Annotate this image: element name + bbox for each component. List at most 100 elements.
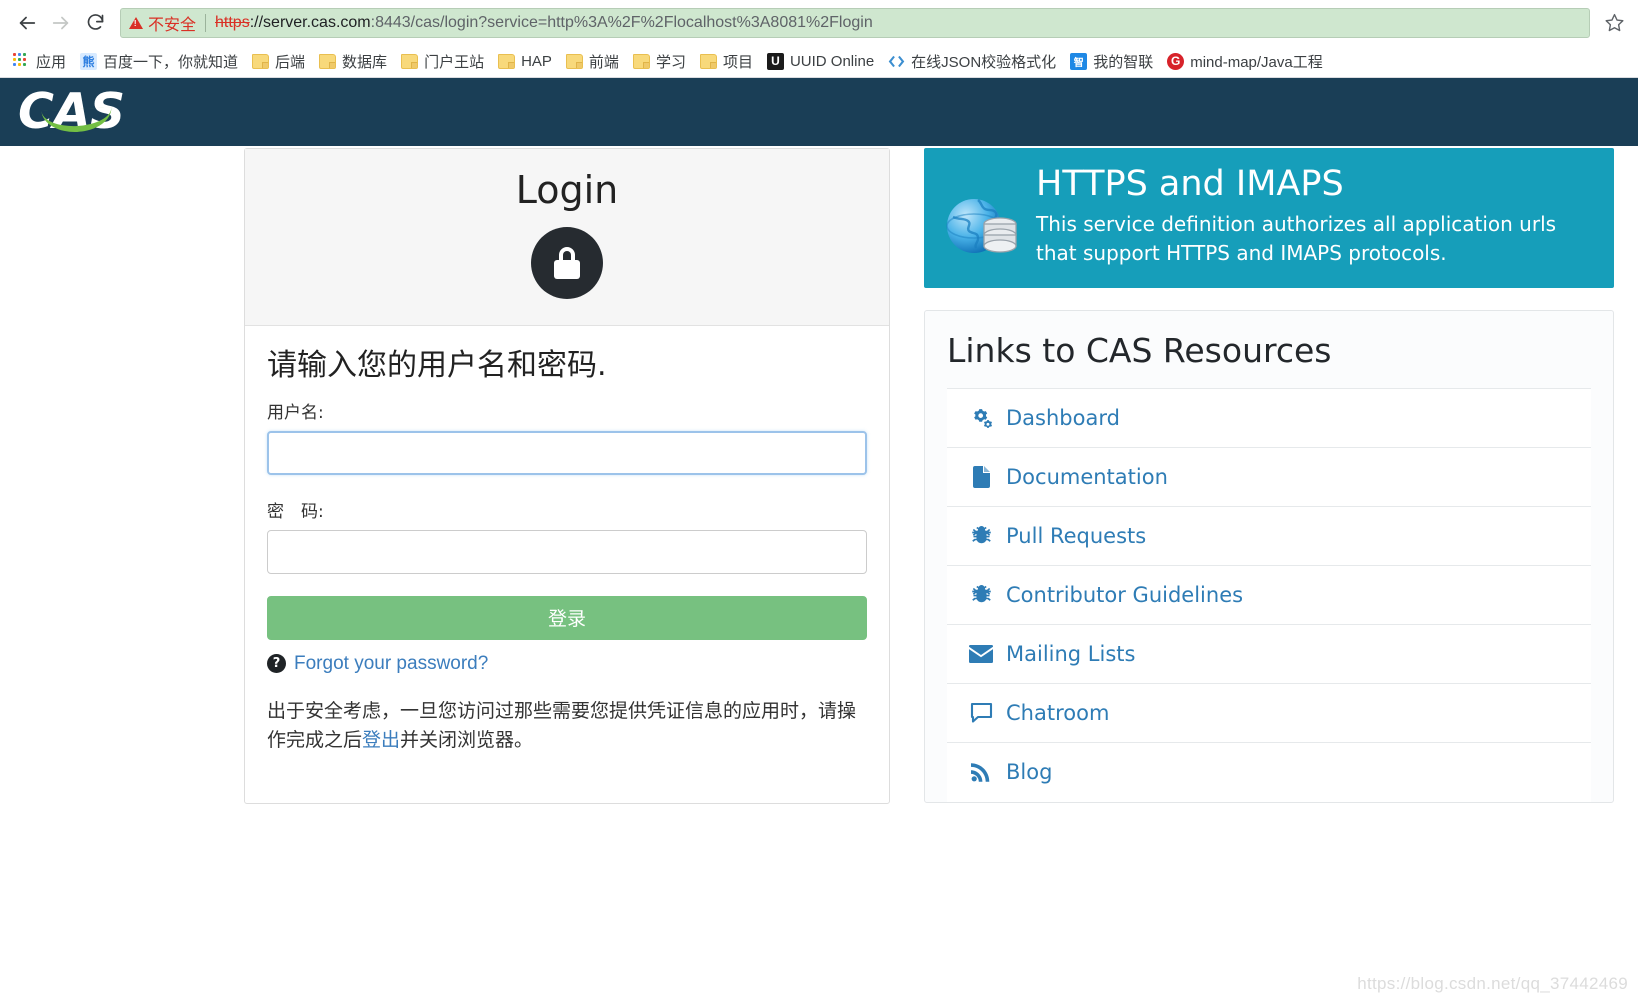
page-title: Login bbox=[515, 168, 619, 212]
notice-text-part1: 出于安全考虑，一旦您访问过那些需要您提供凭证信息的应用时，请操作完成之后 bbox=[267, 699, 857, 752]
resources-list: Dashboard Documentation Pull Requests Co… bbox=[947, 387, 1591, 802]
resource-label: Chatroom bbox=[1006, 700, 1110, 725]
baidu-icon: 熊 bbox=[80, 52, 98, 70]
url-path: /cas/login?service=http%3A%2F%2Flocalhos… bbox=[410, 13, 873, 31]
folder-icon bbox=[252, 53, 270, 69]
folder-icon bbox=[401, 53, 419, 69]
bookmark-label: 百度一下，你就知道 bbox=[103, 53, 239, 71]
resource-item-contributor-guidelines[interactable]: Contributor Guidelines bbox=[947, 565, 1591, 625]
sidebar-column: HTTPS and IMAPS This service definition … bbox=[924, 148, 1614, 803]
bug-icon bbox=[969, 584, 993, 606]
folder-icon bbox=[565, 53, 583, 69]
browser-toolbar: 不安全 https://server.cas.com:8443/cas/logi… bbox=[0, 0, 1638, 45]
bookmark-label: mind-map/Java工程 bbox=[1190, 53, 1323, 71]
logout-link[interactable]: 登出 bbox=[362, 729, 400, 751]
back-icon[interactable] bbox=[10, 6, 44, 40]
security-notice: 出于安全考虑，一旦您访问过那些需要您提供凭证信息的应用时，请操作完成之后登出并关… bbox=[267, 697, 867, 756]
site-header: CAS bbox=[0, 78, 1638, 146]
gitee-icon: G bbox=[1167, 52, 1185, 70]
bookmark-item[interactable]: 学习 bbox=[626, 49, 693, 74]
bookmark-label: 前端 bbox=[588, 53, 619, 71]
reload-icon[interactable] bbox=[78, 6, 112, 40]
url-port: :8443 bbox=[370, 13, 411, 31]
star-icon[interactable] bbox=[1600, 9, 1628, 37]
login-prompt: 请输入您的用户名和密码. bbox=[267, 347, 607, 383]
resource-label: Documentation bbox=[1006, 464, 1168, 489]
service-banner: HTTPS and IMAPS This service definition … bbox=[924, 148, 1614, 289]
url-text: https://server.cas.com:8443/cas/login?se… bbox=[215, 14, 873, 32]
notice-text-part2: 并关闭浏览器。 bbox=[400, 729, 534, 752]
bookmark-item[interactable]: 后端 bbox=[245, 49, 312, 74]
username-label: 用户名: bbox=[267, 402, 324, 423]
resource-item-blog[interactable]: Blog bbox=[947, 742, 1591, 802]
lock-icon bbox=[531, 226, 603, 299]
resource-item-pull-requests[interactable]: Pull Requests bbox=[947, 506, 1591, 566]
forward-icon[interactable] bbox=[44, 6, 78, 40]
bookmark-label: 在线JSON校验格式化 bbox=[911, 53, 1057, 71]
bookmark-item[interactable]: 数据库 bbox=[312, 49, 394, 74]
bookmark-item[interactable]: HAP bbox=[491, 51, 559, 72]
resource-label: Mailing Lists bbox=[1006, 641, 1136, 666]
bookmark-item[interactable]: 前端 bbox=[559, 49, 626, 74]
resource-label: Pull Requests bbox=[1006, 523, 1147, 548]
cogs-icon bbox=[969, 407, 993, 429]
bookmark-item[interactable]: 熊 百度一下，你就知道 bbox=[73, 49, 245, 74]
envelope-icon bbox=[969, 643, 993, 665]
service-banner-description: This service definition authorizes all a… bbox=[1036, 212, 1557, 266]
page-content: Login 请输入您的用户名和密码. 用户名: 密 码: 登录 ? Forgot… bbox=[0, 146, 1638, 993]
login-column: Login 请输入您的用户名和密码. 用户名: 密 码: 登录 ? Forgot… bbox=[244, 148, 890, 804]
bookmark-item[interactable]: 门户王站 bbox=[394, 49, 491, 74]
bookmark-label: 我的智联 bbox=[1093, 53, 1154, 71]
bookmarks-bar: 应用 熊 百度一下，你就知道 后端 数据库 门户王站 HAP 前端 学习 项目 … bbox=[0, 45, 1638, 78]
resource-item-mailing-lists[interactable]: Mailing Lists bbox=[947, 624, 1591, 684]
address-bar[interactable]: 不安全 https://server.cas.com:8443/cas/logi… bbox=[120, 7, 1590, 38]
bookmark-label: UUID Online bbox=[789, 52, 875, 70]
security-warning[interactable]: 不安全 bbox=[129, 11, 196, 35]
bookmark-item[interactable]: 在线JSON校验格式化 bbox=[881, 49, 1063, 74]
resources-title: Links to CAS Resources bbox=[947, 331, 1332, 371]
question-circle-icon: ? bbox=[267, 654, 286, 674]
forgot-password-row[interactable]: ? Forgot your password? bbox=[267, 653, 867, 675]
folder-icon bbox=[699, 53, 717, 69]
password-label: 密 码: bbox=[267, 501, 324, 522]
globe-database-icon bbox=[944, 190, 1022, 264]
bookmark-item[interactable]: 项目 bbox=[693, 49, 760, 74]
url-scheme: https bbox=[215, 13, 250, 31]
rss-icon bbox=[969, 761, 993, 783]
bookmark-item[interactable]: 智 我的智联 bbox=[1063, 49, 1160, 74]
bookmark-item[interactable]: 应用 bbox=[6, 49, 73, 74]
resource-item-dashboard[interactable]: Dashboard bbox=[947, 388, 1591, 448]
resource-label: Dashboard bbox=[1006, 405, 1120, 430]
resources-panel: Links to CAS Resources Dashboard Documen… bbox=[924, 310, 1614, 803]
watermark: https://blog.csdn.net/qq_37442469 bbox=[1357, 974, 1628, 993]
login-card: Login 请输入您的用户名和密码. 用户名: 密 码: 登录 ? Forgot… bbox=[244, 148, 890, 804]
folder-icon bbox=[319, 53, 337, 69]
login-submit-button[interactable]: 登录 bbox=[267, 595, 867, 640]
forgot-password-link[interactable]: Forgot your password? bbox=[294, 653, 488, 675]
login-form: 请输入您的用户名和密码. 用户名: 密 码: 登录 ? Forgot your … bbox=[245, 326, 889, 803]
password-input[interactable] bbox=[267, 529, 867, 574]
folder-icon bbox=[498, 53, 516, 69]
file-icon bbox=[969, 465, 993, 488]
service-banner-title: HTTPS and IMAPS bbox=[1036, 164, 1344, 204]
bookmark-label: 门户王站 bbox=[424, 53, 485, 71]
bookmark-item[interactable]: U UUID Online bbox=[760, 51, 881, 72]
resource-item-chatroom[interactable]: Chatroom bbox=[947, 683, 1591, 743]
service-banner-text: HTTPS and IMAPS This service definition … bbox=[1036, 164, 1594, 268]
username-input[interactable] bbox=[267, 430, 867, 475]
browser-chrome: 不安全 https://server.cas.com:8443/cas/logi… bbox=[0, 0, 1638, 78]
omnibox-divider bbox=[205, 13, 207, 32]
code-brackets-icon bbox=[888, 53, 905, 70]
url-host: ://server.cas.com bbox=[249, 13, 371, 31]
bookmark-label: 后端 bbox=[275, 53, 306, 71]
bug-icon bbox=[969, 525, 993, 547]
security-label: 不安全 bbox=[148, 16, 197, 34]
cas-logo[interactable]: CAS bbox=[18, 86, 128, 138]
bookmark-item[interactable]: G mind-map/Java工程 bbox=[1160, 49, 1330, 74]
comment-icon bbox=[969, 702, 993, 724]
apps-grid-icon bbox=[13, 52, 30, 70]
bookmark-label: 数据库 bbox=[342, 53, 388, 71]
zhaopin-icon: 智 bbox=[1070, 52, 1088, 70]
resource-item-documentation[interactable]: Documentation bbox=[947, 447, 1591, 507]
resource-label: Contributor Guidelines bbox=[1006, 582, 1244, 607]
